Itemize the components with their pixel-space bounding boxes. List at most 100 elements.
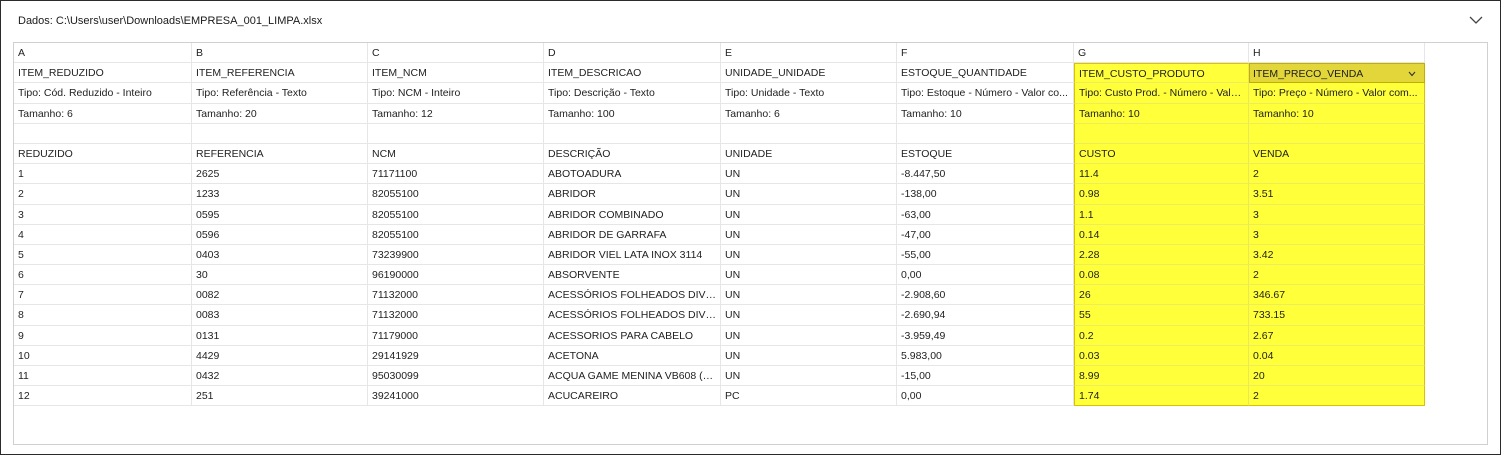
column-letter[interactable]: B <box>192 43 368 64</box>
data-cell[interactable]: 55 <box>1074 305 1249 326</box>
data-cell[interactable]: UN <box>721 285 897 306</box>
field-type-cell[interactable]: Tipo: Unidade - Texto <box>721 83 897 104</box>
data-cell[interactable]: 4 <box>14 224 192 245</box>
data-cell[interactable]: 733.15 <box>1249 305 1425 326</box>
data-cell[interactable]: 0,00 <box>897 265 1074 286</box>
data-cell[interactable]: -3.959,49 <box>897 325 1074 346</box>
data-cell[interactable]: -63,00 <box>897 204 1074 225</box>
data-cell[interactable]: ABSORVENTE <box>544 265 721 286</box>
data-cell[interactable]: 0.2 <box>1074 325 1249 346</box>
data-cell[interactable]: 2 <box>1249 164 1425 185</box>
chevron-down-icon[interactable] <box>1408 64 1416 82</box>
field-type-cell[interactable]: Tipo: Estoque - Número - Valor co... <box>897 83 1074 104</box>
data-cell[interactable]: UN <box>721 244 897 266</box>
column-letter[interactable]: E <box>721 43 897 64</box>
data-cell[interactable]: 82055100 <box>368 204 544 225</box>
data-cell[interactable]: 251 <box>192 386 368 407</box>
data-cell[interactable]: 2.67 <box>1249 325 1425 346</box>
field-select-dropdown[interactable]: ITEM_PRECO_VENDA <box>1249 63 1425 84</box>
data-cell[interactable]: 7 <box>14 285 192 306</box>
data-cell[interactable]: 10 <box>14 345 192 366</box>
data-cell[interactable]: 346.67 <box>1249 285 1425 306</box>
data-cell[interactable]: 11 <box>14 366 192 387</box>
data-cell[interactable]: 71132000 <box>368 285 544 306</box>
column-header-cell[interactable]: UNIDADE <box>721 143 897 165</box>
data-cell[interactable]: ABOTOADURA <box>544 164 721 185</box>
data-cell[interactable]: 0.08 <box>1074 265 1249 286</box>
data-cell[interactable]: UN <box>721 366 897 387</box>
data-cell[interactable]: 2 <box>1249 386 1425 407</box>
field-size-cell[interactable]: Tamanho: 20 <box>192 103 368 124</box>
column-header-cell[interactable]: REDUZIDO <box>14 143 192 165</box>
data-cell[interactable]: 2 <box>14 184 192 205</box>
data-cell[interactable]: -47,00 <box>897 224 1074 245</box>
field-size-cell[interactable]: Tamanho: 10 <box>897 103 1074 124</box>
data-cell[interactable]: 1233 <box>192 184 368 205</box>
data-cell[interactable]: 8 <box>14 305 192 326</box>
data-cell[interactable]: ACQUA GAME MENINA VB608 (144) <box>544 366 721 387</box>
data-cell[interactable]: ACUCAREIRO <box>544 386 721 407</box>
chevron-down-icon[interactable] <box>1468 13 1484 27</box>
data-cell[interactable]: 2 <box>1249 265 1425 286</box>
blank-cell[interactable] <box>1249 123 1425 144</box>
field-type-cell[interactable]: Tipo: Referência - Texto <box>192 83 368 104</box>
data-cell[interactable]: 71132000 <box>368 305 544 326</box>
data-cell[interactable]: 82055100 <box>368 224 544 245</box>
data-cell[interactable]: -138,00 <box>897 184 1074 205</box>
field-name-cell[interactable]: ITEM_REFERENCIA <box>192 63 368 84</box>
field-name-cell[interactable]: UNIDADE_UNIDADE <box>721 63 897 84</box>
data-cell[interactable]: 3 <box>14 204 192 225</box>
data-cell[interactable]: -2.690,94 <box>897 305 1074 326</box>
data-cell[interactable]: 73239900 <box>368 244 544 266</box>
data-cell[interactable]: UN <box>721 184 897 205</box>
data-cell[interactable]: 0.98 <box>1074 184 1249 205</box>
data-cell[interactable]: 26 <box>1074 285 1249 306</box>
data-cell[interactable]: 0.03 <box>1074 345 1249 366</box>
data-cell[interactable]: 0131 <box>192 325 368 346</box>
blank-cell[interactable] <box>897 123 1074 144</box>
blank-cell[interactable] <box>721 123 897 144</box>
data-cell[interactable]: UN <box>721 305 897 326</box>
blank-cell[interactable] <box>192 123 368 144</box>
data-cell[interactable]: 1.1 <box>1074 204 1249 225</box>
data-cell[interactable]: 0083 <box>192 305 368 326</box>
data-cell[interactable]: 82055100 <box>368 184 544 205</box>
data-cell[interactable]: ACETONA <box>544 345 721 366</box>
field-size-cell[interactable]: Tamanho: 12 <box>368 103 544 124</box>
data-cell[interactable]: 1 <box>14 164 192 185</box>
field-type-cell[interactable]: Tipo: Preço - Número - Valor com... <box>1249 83 1425 104</box>
column-header-cell[interactable]: REFERENCIA <box>192 143 368 165</box>
data-cell[interactable]: 3 <box>1249 224 1425 245</box>
data-cell[interactable]: 0,00 <box>897 386 1074 407</box>
data-cell[interactable]: UN <box>721 265 897 286</box>
data-cell[interactable]: 11.4 <box>1074 164 1249 185</box>
data-cell[interactable]: 30 <box>192 265 368 286</box>
data-cell[interactable]: 95030099 <box>368 366 544 387</box>
data-cell[interactable]: ABRIDOR COMBINADO <box>544 204 721 225</box>
data-cell[interactable]: ABRIDOR DE GARRAFA <box>544 224 721 245</box>
field-type-cell[interactable]: Tipo: NCM - Inteiro <box>368 83 544 104</box>
field-name-cell[interactable]: ESTOQUE_QUANTIDADE <box>897 63 1074 84</box>
data-cell[interactable]: ABRIDOR VIEL LATA INOX 3114 <box>544 244 721 266</box>
data-cell[interactable]: ACESSÓRIOS FOLHEADOS DIVERS... <box>544 305 721 326</box>
field-size-cell[interactable]: Tamanho: 6 <box>721 103 897 124</box>
data-cell[interactable]: 71179000 <box>368 325 544 346</box>
data-cell[interactable]: 1.74 <box>1074 386 1249 407</box>
column-letter[interactable]: D <box>544 43 721 64</box>
data-cell[interactable]: 20 <box>1249 366 1425 387</box>
data-cell[interactable]: ABRIDOR <box>544 184 721 205</box>
data-cell[interactable]: 39241000 <box>368 386 544 407</box>
data-cell[interactable]: 0595 <box>192 204 368 225</box>
data-cell[interactable]: 8.99 <box>1074 366 1249 387</box>
data-cell[interactable]: 3 <box>1249 204 1425 225</box>
field-size-cell[interactable]: Tamanho: 6 <box>14 103 192 124</box>
data-cell[interactable]: UN <box>721 345 897 366</box>
data-cell[interactable]: 3.42 <box>1249 244 1425 266</box>
data-cell[interactable]: 0082 <box>192 285 368 306</box>
column-letter[interactable]: H <box>1249 43 1425 64</box>
field-name-cell[interactable]: ITEM_CUSTO_PRODUTO <box>1074 63 1249 84</box>
field-size-cell[interactable]: Tamanho: 100 <box>544 103 721 124</box>
column-letter[interactable]: F <box>897 43 1074 64</box>
data-cell[interactable]: 5.983,00 <box>897 345 1074 366</box>
data-cell[interactable]: 12 <box>14 386 192 407</box>
